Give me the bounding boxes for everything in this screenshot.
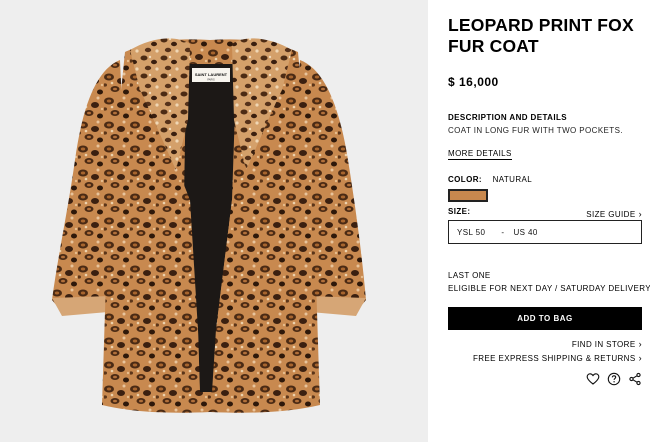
size-separator: -: [501, 227, 505, 237]
size-select[interactable]: YSL 50 - US 40: [448, 220, 642, 244]
color-value: NATURAL: [492, 175, 533, 184]
shipping-returns-link[interactable]: FREE EXPRESS SHIPPING & RETURNS ›: [473, 353, 642, 363]
color-label: COLOR:: [448, 175, 482, 184]
size-label: SIZE:: [448, 207, 471, 216]
chevron-right-icon: ›: [638, 353, 642, 363]
size-ysl: YSL 50: [457, 227, 486, 237]
size-guide-link[interactable]: SIZE GUIDE ›: [586, 209, 642, 219]
find-in-store-label: FIND IN STORE: [571, 340, 636, 349]
color-row: COLOR: NATURAL: [448, 175, 532, 184]
product-title-line2: FUR COAT: [448, 36, 539, 56]
more-details-link[interactable]: MORE DETAILS: [448, 149, 512, 160]
brand-label-line1: SAINT LAURENT: [195, 72, 228, 77]
product-image-panel: SAINT LAURENT PARIS: [0, 0, 428, 442]
delivery-eligibility: ELIGIBLE FOR NEXT DAY / SATURDAY DELIVER…: [448, 284, 650, 293]
size-us: US 40: [513, 227, 538, 237]
shipping-returns-label: FREE EXPRESS SHIPPING & RETURNS: [472, 354, 636, 363]
color-swatch-natural[interactable]: [448, 189, 488, 202]
heart-icon[interactable]: [586, 372, 600, 386]
description-heading: DESCRIPTION AND DETAILS: [448, 113, 567, 122]
chevron-right-icon: ›: [638, 339, 642, 349]
product-price: $ 16,000: [448, 75, 499, 89]
product-title-line1: LEOPARD PRINT FOX: [448, 15, 634, 35]
product-title: LEOPARD PRINT FOX FUR COAT: [448, 15, 648, 57]
action-icons: [586, 372, 642, 386]
share-icon[interactable]: [628, 372, 642, 386]
stock-status: LAST ONE: [448, 271, 491, 280]
product-image: SAINT LAURENT PARIS: [52, 38, 366, 413]
size-guide-label: SIZE GUIDE: [586, 210, 636, 219]
find-in-store-link[interactable]: FIND IN STORE ›: [572, 339, 642, 349]
chevron-right-icon: ›: [638, 209, 642, 219]
add-to-bag-button[interactable]: ADD TO BAG: [448, 307, 642, 330]
brand-label-line2: PARIS: [207, 79, 215, 82]
description-text: COAT IN LONG FUR WITH TWO POCKETS.: [448, 126, 623, 135]
help-icon[interactable]: [607, 372, 621, 386]
